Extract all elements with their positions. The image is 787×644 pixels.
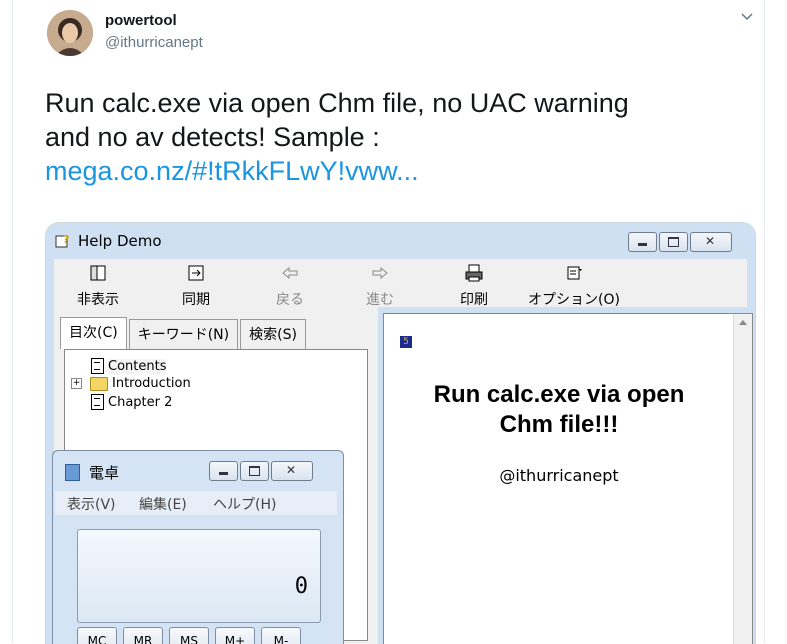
content-handle: @ithurricanept bbox=[499, 466, 619, 485]
toolbar-label: 戻る bbox=[276, 292, 304, 308]
page-icon bbox=[91, 394, 104, 410]
print-button[interactable]: 印刷 bbox=[444, 263, 504, 309]
svg-text:?: ? bbox=[63, 233, 69, 246]
avatar[interactable] bbox=[47, 10, 93, 56]
minimize-button[interactable] bbox=[628, 232, 657, 252]
tweet-text: Run calc.exe via open Chm file, no UAC w… bbox=[45, 86, 745, 188]
maximize-button[interactable] bbox=[659, 232, 688, 252]
sync-button[interactable]: 同期 bbox=[166, 263, 226, 309]
toolbar-label: オプション(O) bbox=[528, 292, 620, 308]
toolbar-label: 進む bbox=[366, 292, 394, 308]
toolbar-label: 同期 bbox=[182, 292, 210, 308]
tree-item-label: Introduction bbox=[112, 376, 191, 391]
tab-search[interactable]: 検索(S) bbox=[240, 319, 306, 351]
folder-icon bbox=[90, 376, 108, 391]
options-button[interactable]: オプション(O) bbox=[526, 263, 622, 309]
tree-item-contents[interactable]: Contents bbox=[91, 358, 167, 374]
options-icon bbox=[567, 266, 582, 280]
calculator-title: 電卓 bbox=[89, 464, 120, 482]
memory-buttons: MC MR MS M+ M- bbox=[77, 627, 301, 644]
display-value: 0 bbox=[294, 574, 308, 599]
help-file-icon: ? bbox=[55, 233, 69, 248]
tweet-card: powertool @ithurricanept Run calc.exe vi… bbox=[12, 0, 765, 644]
forward-arrow-icon bbox=[372, 266, 388, 280]
tweet-link[interactable]: mega.co.nz/#!tRkkFLwY!vww... bbox=[45, 154, 745, 188]
scroll-up-icon[interactable] bbox=[739, 320, 747, 325]
m-minus-button[interactable]: M- bbox=[261, 627, 301, 644]
m-plus-button[interactable]: M+ bbox=[215, 627, 255, 644]
window-controls: ✕ bbox=[628, 232, 732, 252]
tree-item-chapter-2[interactable]: Chapter 2 bbox=[91, 394, 172, 410]
content-title-line: Run calc.exe via open bbox=[433, 381, 685, 408]
toolbar-label: 非表示 bbox=[77, 292, 119, 308]
tree-item-label: Contents bbox=[108, 358, 167, 374]
tab-contents[interactable]: 目次(C) bbox=[60, 317, 127, 349]
back-arrow-icon bbox=[282, 266, 298, 280]
help-toolbar: 非表示 同期 戻る 進む 印刷 オプション(O) bbox=[54, 259, 747, 309]
calculator-window-controls: ✕ bbox=[209, 461, 313, 481]
forward-button[interactable]: 進む bbox=[350, 263, 410, 309]
calculator-window: 電卓 ✕ 表示(V) 編集(E) ヘルプ(H) 0 MC MR MS M+ M- bbox=[52, 450, 344, 644]
mr-button[interactable]: MR bbox=[123, 627, 163, 644]
nav-tabs: 目次(C) キーワード(N) 検索(S) bbox=[60, 317, 308, 351]
tweet-media-image[interactable]: ? Help Demo ✕ 非表示 同期 戻る 進む 印刷 オプション(O) 目… bbox=[45, 222, 756, 644]
expand-icon[interactable]: + bbox=[71, 378, 82, 389]
calc-minimize-button[interactable] bbox=[209, 461, 238, 481]
calculator-icon bbox=[65, 464, 80, 481]
content-image-icon: 5 bbox=[400, 336, 412, 348]
tab-keyword[interactable]: キーワード(N) bbox=[128, 319, 239, 351]
window-title: Help Demo bbox=[78, 232, 162, 250]
calc-maximize-button[interactable] bbox=[240, 461, 269, 481]
mc-button[interactable]: MC bbox=[77, 627, 117, 644]
content-title-line: Chm file!!! bbox=[499, 411, 619, 438]
print-icon bbox=[465, 264, 483, 282]
close-button[interactable]: ✕ bbox=[690, 232, 732, 252]
menu-view[interactable]: 表示(V) bbox=[67, 494, 116, 514]
hide-icon bbox=[90, 265, 106, 281]
content-pane: 5 Run calc.exe via open Chm file!!! @ith… bbox=[383, 313, 753, 644]
user-handle[interactable]: @ithurricanept bbox=[105, 34, 203, 51]
tweet-text-line: and no av detects! Sample : bbox=[45, 122, 380, 152]
tweet-text-line: Run calc.exe via open Chm file, no UAC w… bbox=[45, 88, 629, 118]
hide-button[interactable]: 非表示 bbox=[68, 263, 128, 309]
display-name[interactable]: powertool bbox=[105, 12, 177, 29]
toolbar-label: 印刷 bbox=[460, 292, 488, 308]
ms-button[interactable]: MS bbox=[169, 627, 209, 644]
menu-help[interactable]: ヘルプ(H) bbox=[213, 494, 276, 514]
menu-edit[interactable]: 編集(E) bbox=[139, 494, 187, 514]
chevron-down-icon[interactable] bbox=[740, 10, 754, 24]
page-icon bbox=[91, 358, 104, 374]
calc-close-button[interactable]: ✕ bbox=[271, 461, 313, 481]
back-button[interactable]: 戻る bbox=[260, 263, 320, 309]
tree-item-label: Chapter 2 bbox=[108, 394, 173, 410]
calculator-menubar: 表示(V) 編集(E) ヘルプ(H) bbox=[55, 491, 337, 515]
help-window: ? Help Demo ✕ 非表示 同期 戻る 進む 印刷 オプション(O) 目… bbox=[46, 223, 755, 644]
scrollbar[interactable] bbox=[733, 314, 752, 644]
sync-icon bbox=[188, 265, 204, 281]
tree-item-introduction[interactable]: + Introduction bbox=[71, 376, 191, 391]
calculator-display: 0 bbox=[77, 529, 321, 623]
content-title: Run calc.exe via open Chm file!!! bbox=[384, 380, 734, 440]
